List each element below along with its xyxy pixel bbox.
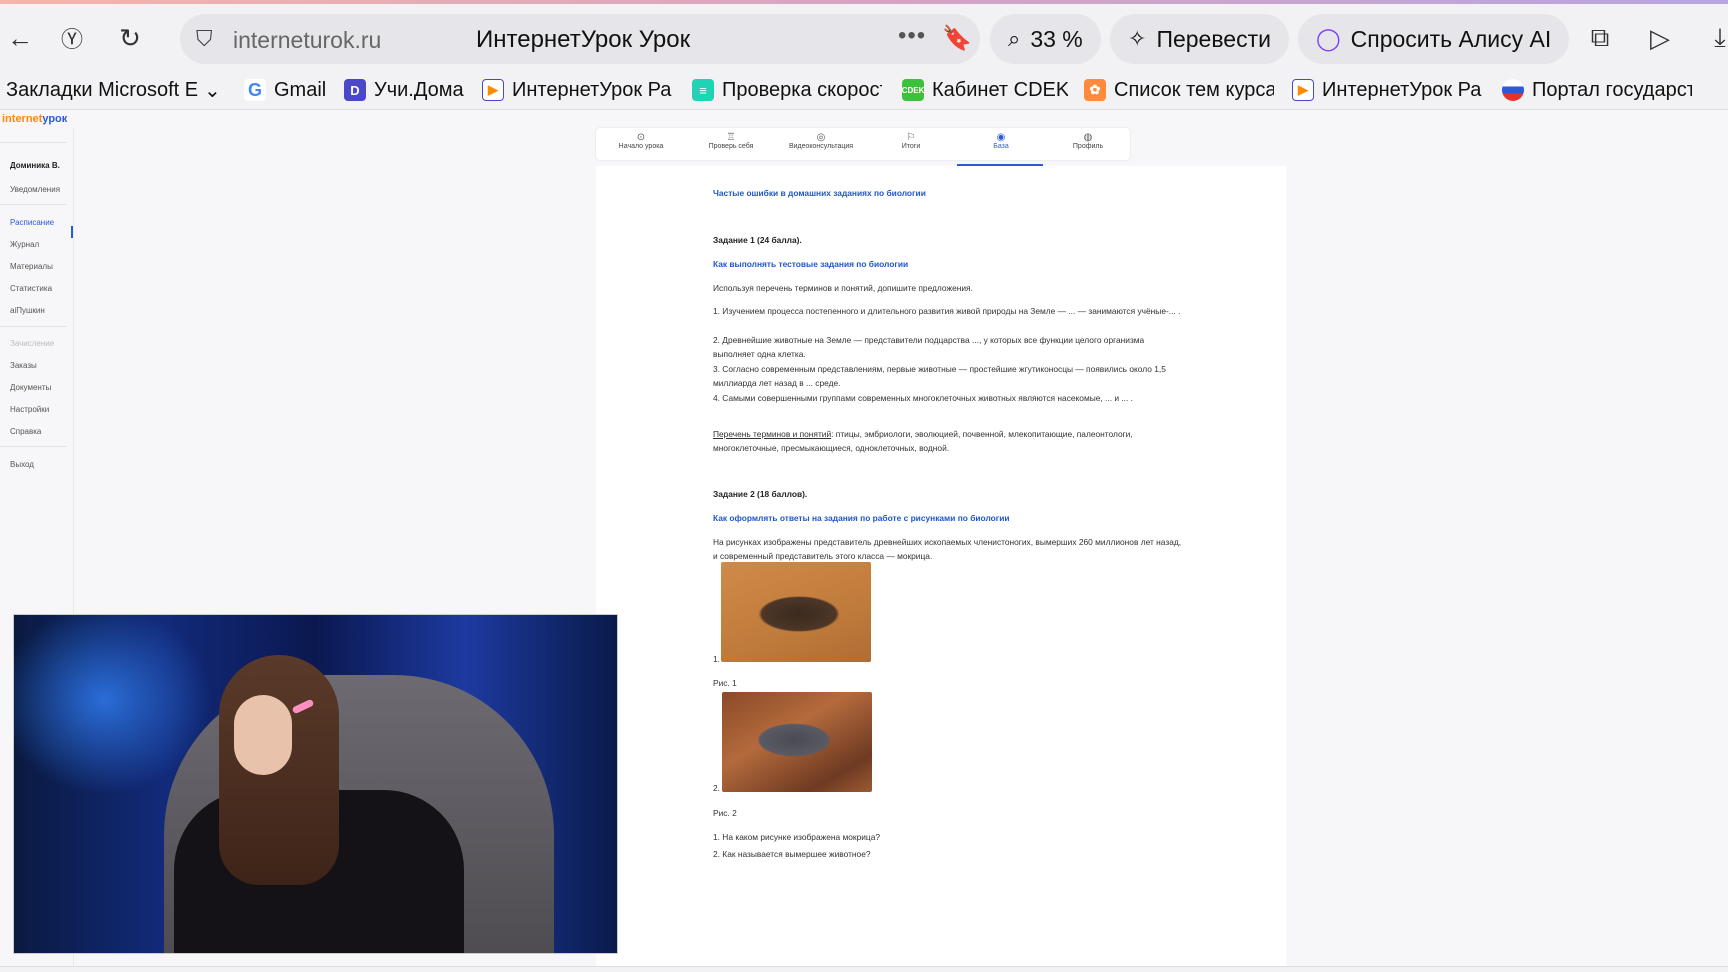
bookmark-item-5[interactable]: CDEK Кабинет CDEK xyxy=(902,76,1068,104)
figure-2-caption: Рис. 2 xyxy=(713,808,737,818)
figure-2-number: 2. xyxy=(713,783,720,793)
yandex-icon[interactable]: Ⓨ xyxy=(52,18,92,58)
sidebar-item-orders[interactable]: Заказы xyxy=(10,361,37,370)
translate-icon: ✧ xyxy=(1128,26,1147,51)
tab-lesson-start[interactable]: ⊙ Начало урока xyxy=(596,128,686,160)
chevron-down-icon[interactable]: ⌄ xyxy=(204,76,224,104)
sidebar-user[interactable]: Доминика В. xyxy=(10,161,60,170)
task2-link[interactable]: Как оформлять ответы на задания по работ… xyxy=(713,511,1183,525)
task1-item: 2. Древнейшие животные на Земле — предст… xyxy=(713,335,1145,359)
tab-active-underline xyxy=(957,164,1043,166)
extensions-icon[interactable]: ⧉ xyxy=(1580,18,1620,58)
task1-item: 1. Изучением процесса постепенного и дли… xyxy=(713,306,1181,316)
bookmark-item-2[interactable]: D Учи.Дома xyxy=(344,76,466,104)
task2-intro: На рисунках изображены представитель дре… xyxy=(713,537,1182,561)
more-dots-icon[interactable]: ••• xyxy=(898,22,926,50)
alice-label: Спросить Алису AI xyxy=(1350,25,1552,52)
sidebar-divider xyxy=(0,446,66,447)
video-person-face xyxy=(234,695,292,775)
site-logo[interactable]: internetурок xyxy=(2,113,67,125)
url-host[interactable]: interneturok.ru xyxy=(233,27,381,54)
shield-icon: ⛉ xyxy=(196,26,213,51)
sidebar-item-documents[interactable]: Документы xyxy=(10,383,51,392)
terms-label: Перечень терминов и понятий xyxy=(713,429,832,439)
bookmarks-bar: Закладки Microsoft E ⌄ G Gmail D Учи.Дома … xyxy=(0,70,1728,110)
sidebar-item-notifications[interactable]: Уведомления xyxy=(10,185,60,194)
media-play-icon[interactable]: ▷ xyxy=(1640,18,1680,58)
uchi-icon: D xyxy=(344,79,366,101)
tab-self-check[interactable]: ♖ Проверь себя xyxy=(686,128,776,160)
translate-button[interactable]: ✧ Перевести xyxy=(1110,14,1289,64)
browser-toolbar: ← Ⓨ ↻ ⛉ interneturok.ru ИнтернетУрок Уро… xyxy=(0,4,1728,70)
sidebar-item-help[interactable]: Справка xyxy=(10,427,41,436)
sidebar-divider xyxy=(0,326,66,327)
reload-icon[interactable]: ↻ xyxy=(110,18,150,58)
gosuslugi-icon xyxy=(1502,79,1524,101)
tab-results[interactable]: ⚐ Итоги xyxy=(866,128,956,160)
profile-icon: ◍ xyxy=(1083,132,1093,143)
sidebar-divider xyxy=(0,142,66,143)
bookmark-item-4[interactable]: ≡ Проверка скорост xyxy=(692,76,882,104)
task1-title: Задание 1 (24 балла). xyxy=(713,235,802,245)
question-1: 1. На каком рисунке изображена мокрица? xyxy=(713,832,881,842)
address-bar[interactable]: ⛉ interneturok.ru ИнтернетУрок Урок ••• … xyxy=(180,14,980,64)
bookmark-item-8[interactable]: Портал государст xyxy=(1502,76,1692,104)
translate-label: Перевести xyxy=(1156,25,1271,52)
zoom-button[interactable]: ⌕ 33 % xyxy=(990,14,1101,64)
tab-video-consult[interactable]: ◎ Видеоконсультация xyxy=(776,128,866,160)
bookmark-item-6[interactable]: ✿ Список тем курса xyxy=(1084,76,1274,104)
video-overlay[interactable] xyxy=(13,614,618,954)
figure-2-image xyxy=(722,692,872,792)
book-icon: ◉ xyxy=(996,132,1006,143)
figure-1-caption: Рис. 1 xyxy=(713,678,737,688)
trophy-icon: ♖ xyxy=(726,132,736,143)
page-title: ИнтернетУрок Урок xyxy=(476,26,691,53)
alice-button[interactable]: ◯ Спросить Алису AI xyxy=(1298,14,1570,64)
bookmark-item-0[interactable]: Закладки Microsoft E xyxy=(6,76,206,104)
tab-base[interactable]: ◉ База xyxy=(956,128,1046,160)
question-2: 2. Как называется вымершее животное? xyxy=(713,849,871,859)
bookmark-item-1[interactable]: G Gmail xyxy=(244,76,328,104)
sidebar-item-stats[interactable]: Статистика xyxy=(10,284,52,293)
downloads-icon[interactable]: ⤓ xyxy=(1700,18,1728,58)
google-icon: G xyxy=(244,79,266,101)
alice-icon: ◯ xyxy=(1316,26,1341,51)
bookmark-item-3[interactable]: ▶ ИнтернетУрок Ра xyxy=(482,76,672,104)
bookmark-icon[interactable]: 🔖 xyxy=(942,24,972,53)
header-link[interactable]: Частые ошибки в домашних заданиях по био… xyxy=(713,186,1183,200)
task1-item: 4. Самыми совершенными группами современ… xyxy=(713,393,1133,403)
zoom-label: 33 % xyxy=(1030,25,1083,52)
sidebar-item-aipushkin[interactable]: аiПушкин xyxy=(10,306,45,315)
bottom-scrollbar[interactable] xyxy=(0,966,1728,972)
task1-link[interactable]: Как выполнять тестовые задания по биолог… xyxy=(713,257,1183,271)
terms-paragraph: Перечень терминов и понятий: птицы, эмбр… xyxy=(713,427,1183,455)
sidebar-item-schedule[interactable]: Расписание xyxy=(10,218,54,227)
course-icon: ✿ xyxy=(1084,79,1106,101)
sidebar-item-settings[interactable]: Настройки xyxy=(10,405,49,414)
bookmark-item-7[interactable]: ▶ ИнтернетУрок Ра xyxy=(1292,76,1482,104)
sidebar-item-enroll[interactable]: Зачисление xyxy=(10,339,54,348)
sidebar-active-marker xyxy=(71,226,73,238)
task1-intro: Используя перечень терминов и понятий, д… xyxy=(713,283,973,293)
lesson-content: Частые ошибки в домашних заданиях по био… xyxy=(596,166,1286,972)
video-icon: ◎ xyxy=(816,132,826,143)
play-icon: ⊙ xyxy=(636,132,646,143)
figure-1-number: 1. xyxy=(713,654,720,664)
tab-profile[interactable]: ◍ Профиль xyxy=(1046,128,1130,160)
flag-icon: ⚐ xyxy=(906,132,916,143)
speedtest-icon: ≡ xyxy=(692,79,714,101)
sidebar-item-materials[interactable]: Материалы xyxy=(10,262,53,271)
figure-1-image xyxy=(721,562,871,662)
interneturok-icon: ▶ xyxy=(482,79,504,101)
sidebar-item-logout[interactable]: Выход xyxy=(10,460,34,469)
task1-item: 3. Согласно современным представлениям, … xyxy=(713,364,1166,388)
sidebar-item-journal[interactable]: Журнал xyxy=(10,240,39,249)
cdek-icon: CDEK xyxy=(902,79,924,101)
interneturok-icon: ▶ xyxy=(1292,79,1314,101)
search-icon: ⌕ xyxy=(1008,26,1021,51)
sidebar-divider xyxy=(0,204,66,205)
back-arrow-icon[interactable]: ← xyxy=(0,18,40,58)
lesson-tabs: ⊙ Начало урока ♖ Проверь себя ◎ Видеоконсул… xyxy=(596,128,1130,160)
task2-title: Задание 2 (18 баллов). xyxy=(713,489,808,499)
